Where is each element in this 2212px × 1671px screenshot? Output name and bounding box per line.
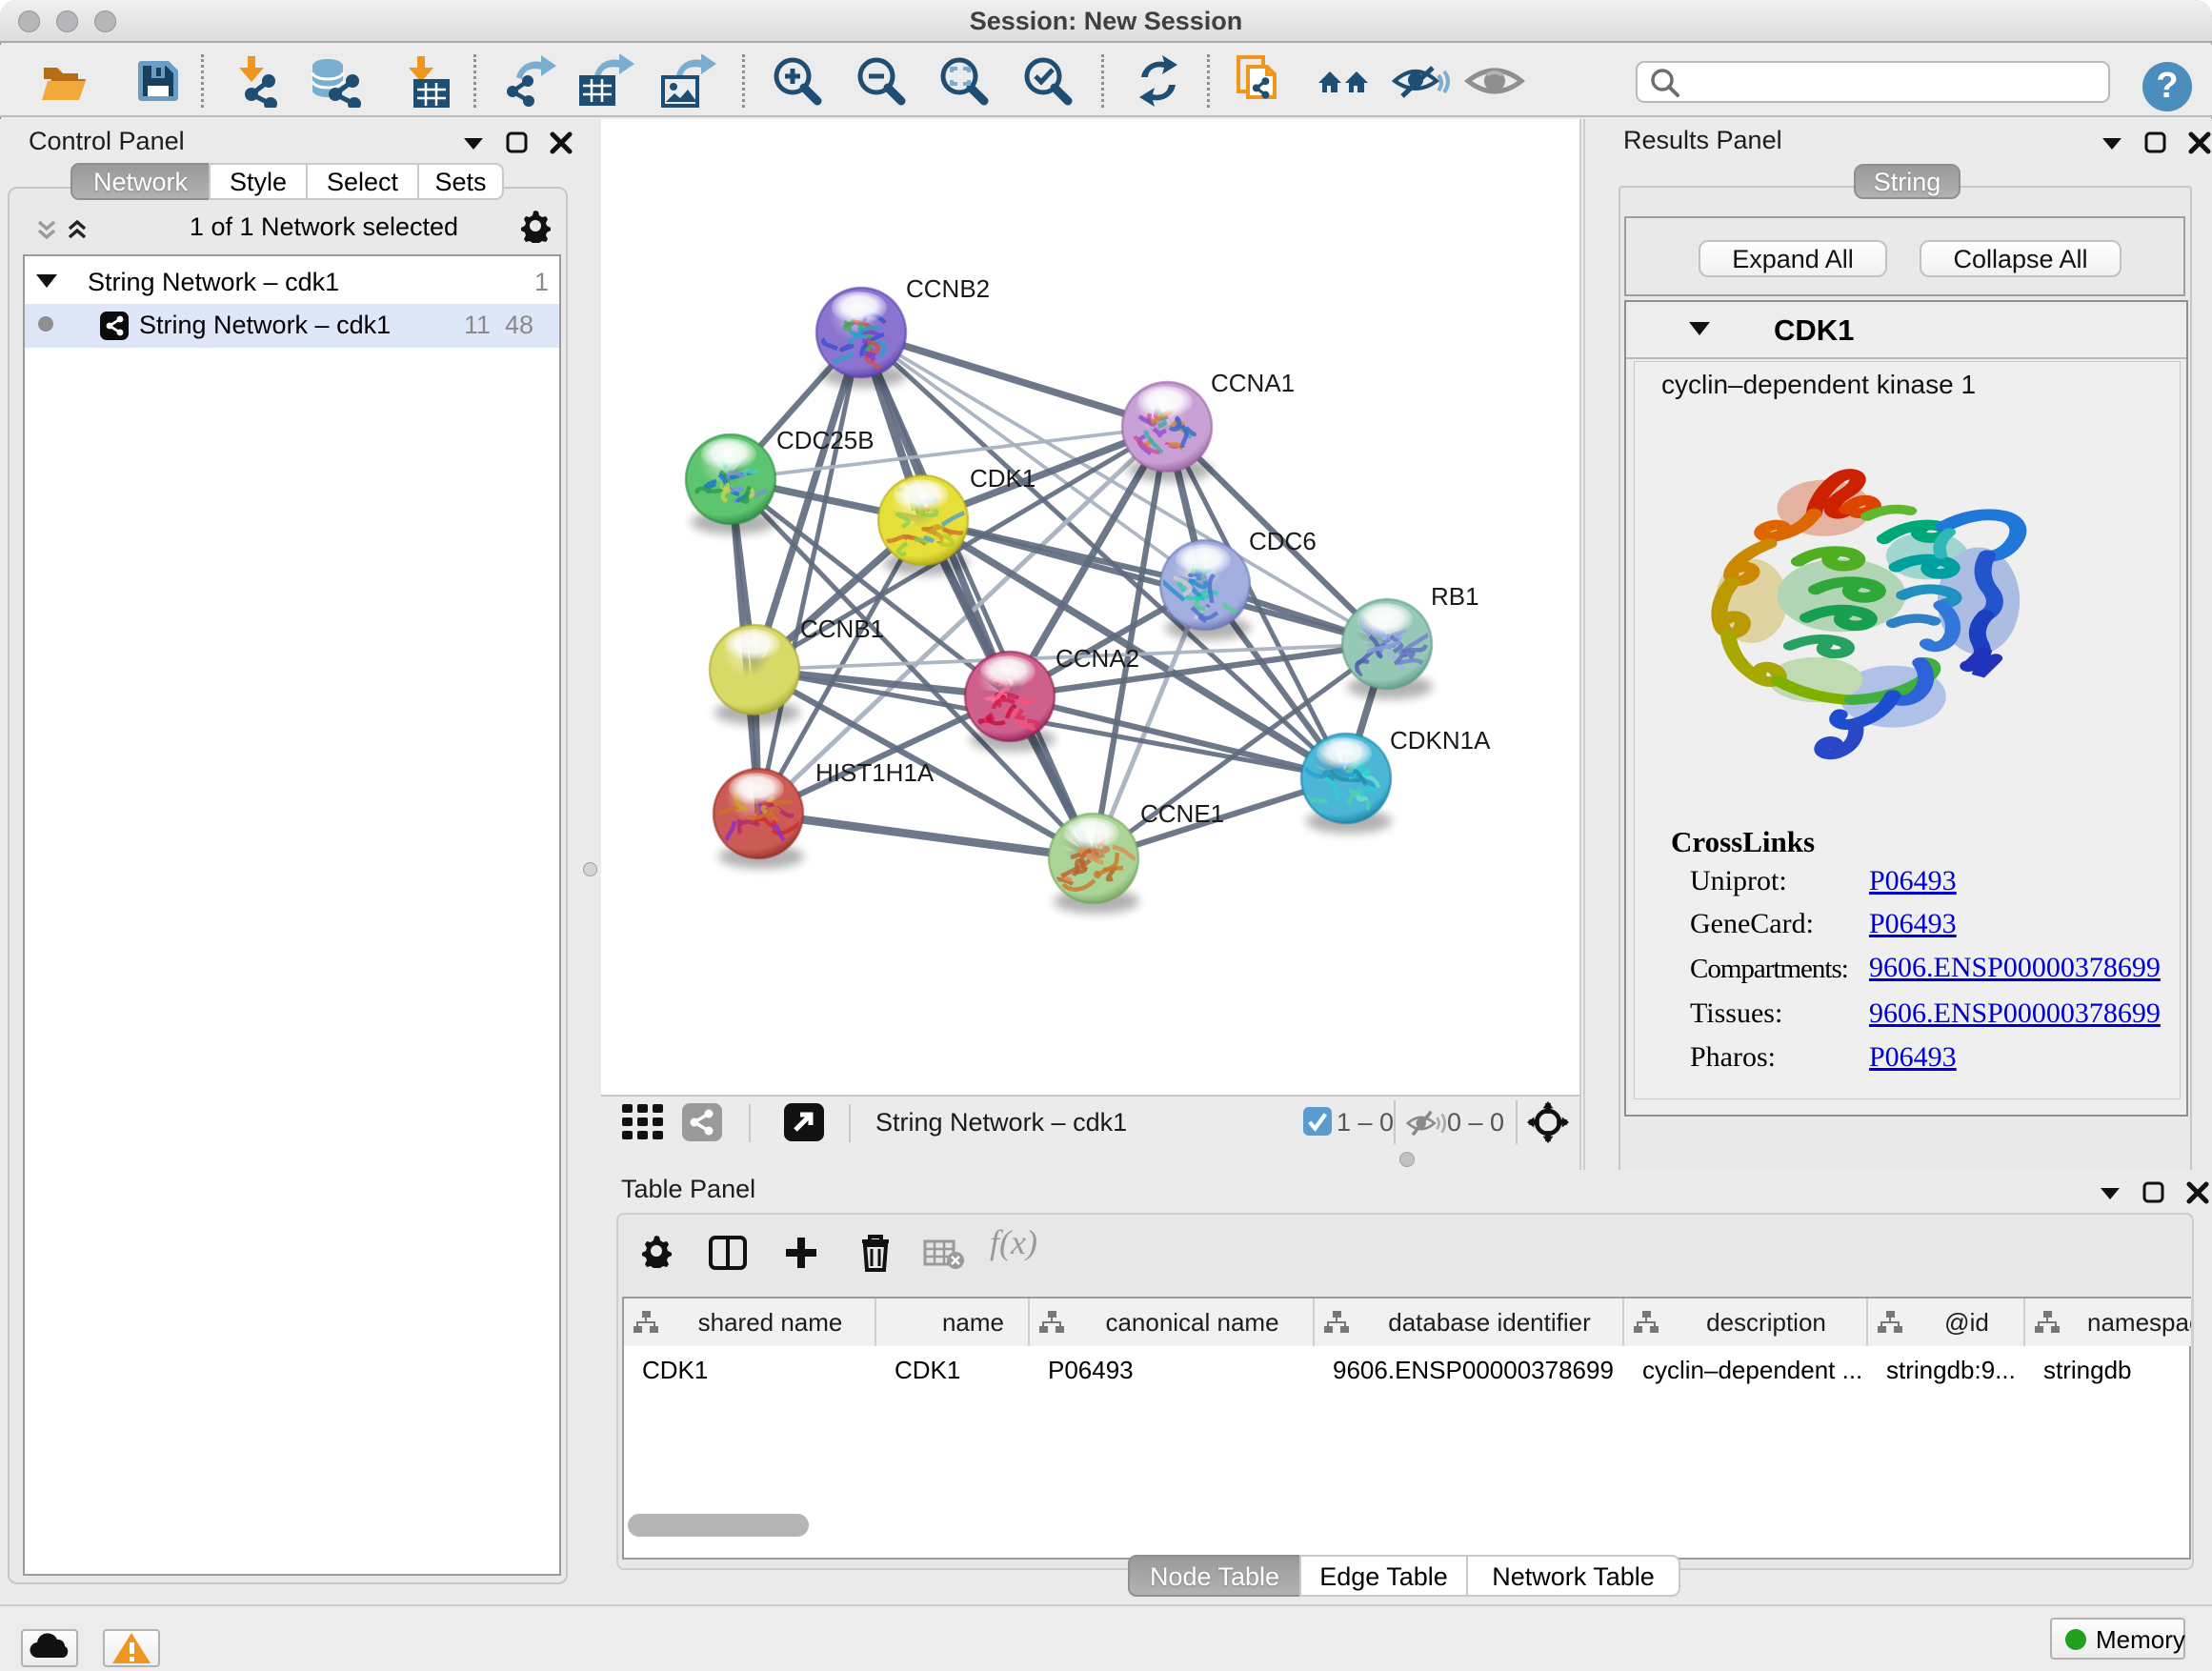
svg-text:CDC25B: CDC25B [776, 426, 875, 454]
svg-text:CDK1: CDK1 [970, 464, 1036, 493]
svg-text:CCNB1: CCNB1 [800, 614, 884, 643]
svg-text:CCNA2: CCNA2 [1056, 644, 1139, 673]
svg-text:CCNE1: CCNE1 [1140, 799, 1224, 828]
svg-text:CCNB2: CCNB2 [906, 274, 990, 303]
svg-text:CCNA1: CCNA1 [1211, 369, 1295, 397]
svg-text:RB1: RB1 [1431, 582, 1479, 611]
svg-text:HIST1H1A: HIST1H1A [815, 758, 935, 787]
svg-text:CDC6: CDC6 [1249, 527, 1317, 555]
svg-text:CDKN1A: CDKN1A [1390, 726, 1491, 755]
